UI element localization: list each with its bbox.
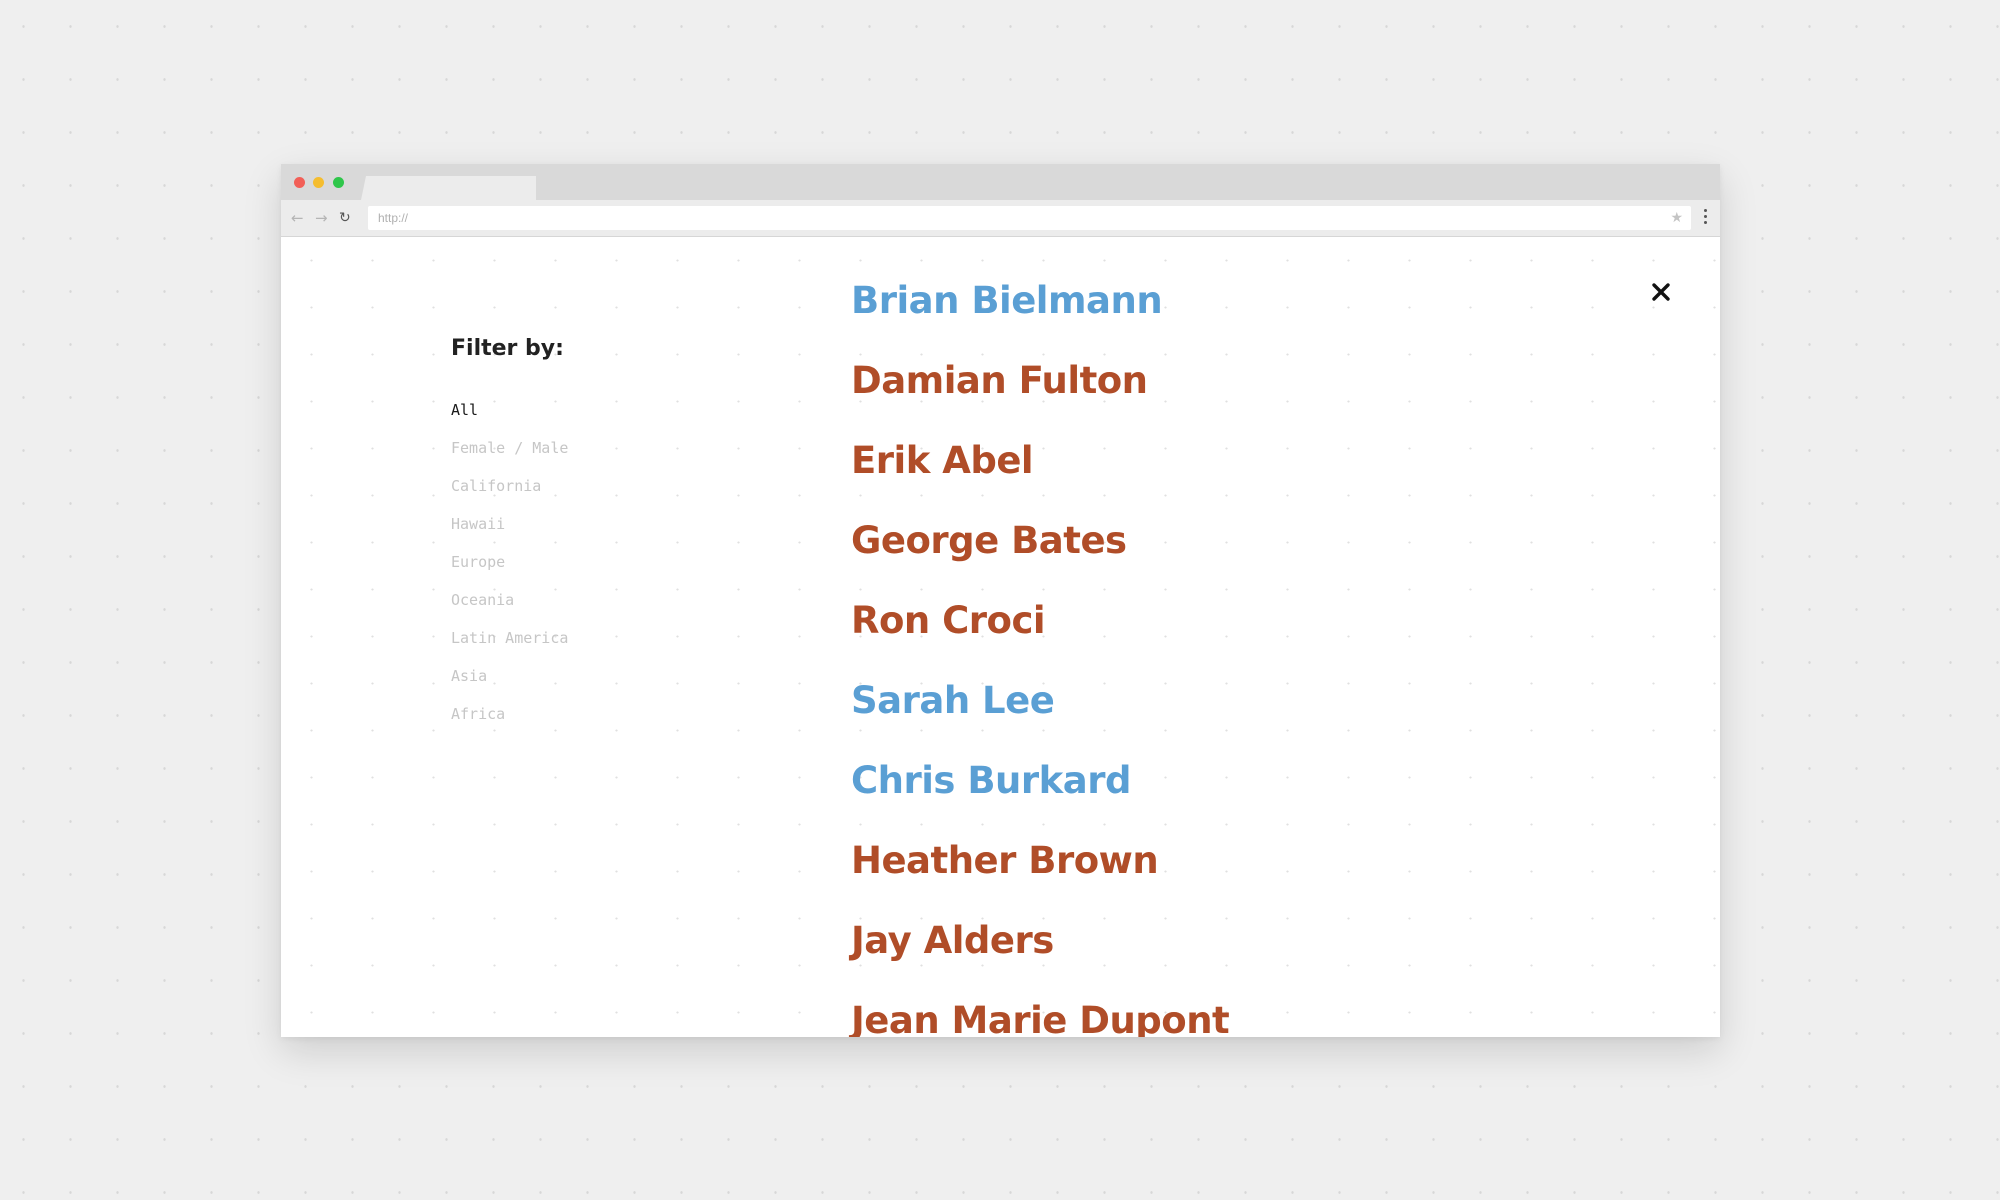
artist-link[interactable]: Erik Abel [851, 438, 1229, 518]
filter-option-asia[interactable]: Asia [451, 666, 568, 704]
artist-link[interactable]: Jay Alders [851, 918, 1229, 998]
artist-link[interactable]: Chris Burkard [851, 758, 1229, 838]
browser-toolbar: ← → ↻ http:// ★ [281, 200, 1720, 237]
artist-link[interactable]: George Bates [851, 518, 1229, 598]
filter-option-all[interactable]: All [451, 400, 568, 438]
window-zoom-dot[interactable] [333, 177, 344, 188]
browser-window: ← → ↻ http:// ★ Filter by: All Female / … [281, 164, 1720, 1037]
artist-link[interactable]: Ron Croci [851, 598, 1229, 678]
filter-option-hawaii[interactable]: Hawaii [451, 514, 568, 552]
address-bar-url: http:// [378, 211, 409, 225]
back-arrow-icon[interactable]: ← [291, 208, 304, 228]
artist-link[interactable]: Jean Marie Dupont [851, 998, 1230, 1037]
filter-option-africa[interactable]: Africa [451, 704, 568, 742]
browser-tab[interactable] [361, 176, 536, 200]
close-icon[interactable] [1649, 280, 1673, 304]
tab-bar [281, 164, 1720, 200]
forward-arrow-icon[interactable]: → [315, 208, 328, 228]
artist-list: Brian Bielmann Damian Fulton Erik Abel G… [851, 278, 1230, 1037]
filter-heading: Filter by: [451, 336, 564, 361]
filter-option-latin-america[interactable]: Latin America [451, 628, 568, 666]
bookmark-star-icon[interactable]: ★ [1670, 209, 1683, 227]
artist-link[interactable]: Damian Fulton [851, 358, 1229, 438]
artist-link[interactable]: Sarah Lee [851, 678, 1229, 758]
filter-option-europe[interactable]: Europe [451, 552, 568, 590]
artist-link[interactable]: Brian Bielmann [851, 278, 1229, 358]
artist-link[interactable]: Heather Brown [851, 838, 1229, 918]
window-close-dot[interactable] [294, 177, 305, 188]
filter-option-female-male[interactable]: Female / Male [451, 438, 568, 476]
filter-option-oceania[interactable]: Oceania [451, 590, 568, 628]
address-bar[interactable]: http:// ★ [368, 206, 1691, 230]
page-content: Filter by: All Female / Male California … [281, 237, 1720, 1037]
window-minimize-dot[interactable] [313, 177, 324, 188]
filter-option-california[interactable]: California [451, 476, 568, 514]
browser-menu-icon[interactable] [1700, 209, 1710, 227]
filter-list: All Female / Male California Hawaii Euro… [451, 400, 568, 742]
reload-icon[interactable]: ↻ [339, 208, 351, 228]
